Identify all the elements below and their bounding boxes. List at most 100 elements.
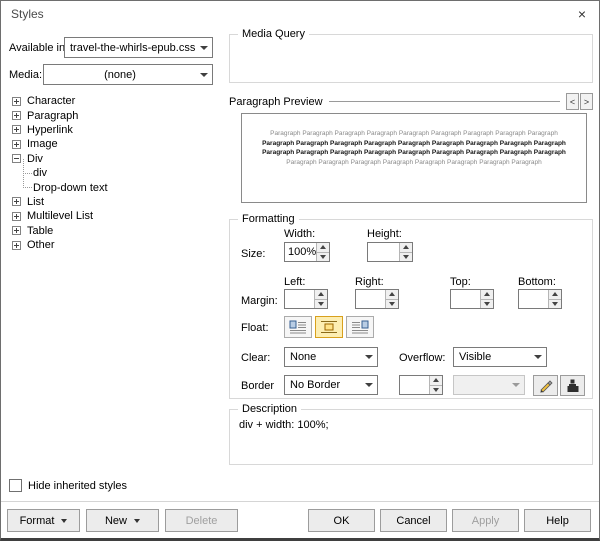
tree-item-label: Character bbox=[27, 95, 75, 107]
spin-up-icon[interactable] bbox=[315, 290, 327, 299]
preview-line: Paragraph Paragraph Paragraph Paragraph … bbox=[242, 158, 586, 168]
expand-icon[interactable] bbox=[12, 241, 21, 250]
border-label: Border bbox=[241, 380, 274, 392]
height-spinner[interactable] bbox=[367, 242, 413, 262]
tree-item-other[interactable]: Other bbox=[9, 238, 221, 252]
paragraph-preview-box: Paragraph Paragraph Paragraph Paragraph … bbox=[241, 113, 587, 203]
spin-up-icon[interactable] bbox=[481, 290, 493, 299]
float-right-icon bbox=[351, 320, 369, 334]
margin-label: Margin: bbox=[241, 295, 278, 307]
clear-label: Clear: bbox=[241, 352, 270, 364]
media-value: (none) bbox=[44, 69, 196, 81]
apply-button: Apply bbox=[452, 509, 519, 532]
spin-down-icon[interactable] bbox=[430, 385, 442, 395]
format-menu-button[interactable]: Format bbox=[7, 509, 80, 532]
tree-item-label: Other bbox=[27, 239, 55, 251]
available-in-select[interactable]: travel-the-whirls-epub.css bbox=[64, 37, 213, 58]
tree-item-character[interactable]: Character bbox=[9, 94, 221, 108]
spin-down-icon[interactable] bbox=[386, 299, 398, 309]
expand-icon[interactable] bbox=[12, 226, 21, 235]
overflow-select[interactable]: Visible bbox=[453, 347, 547, 367]
tree-item-dropdown-text[interactable]: Drop-down text bbox=[9, 180, 221, 194]
float-left-button[interactable] bbox=[284, 316, 312, 338]
preview-line: Paragraph Paragraph Paragraph Paragraph … bbox=[242, 139, 586, 149]
expand-icon[interactable] bbox=[12, 212, 21, 221]
tree-item-div[interactable]: Div bbox=[9, 152, 221, 166]
tree-item-table[interactable]: Table bbox=[9, 224, 221, 238]
expand-icon[interactable] bbox=[12, 125, 21, 134]
help-button[interactable]: Help bbox=[524, 509, 591, 532]
description-group: Description bbox=[229, 409, 593, 465]
margin-left-value bbox=[285, 290, 314, 308]
margin-right-value bbox=[356, 290, 385, 308]
spin-up-icon[interactable] bbox=[549, 290, 561, 299]
border-pen-button[interactable] bbox=[533, 375, 558, 396]
tree-item-label: Paragraph bbox=[27, 110, 78, 122]
margin-right-spinner[interactable] bbox=[355, 289, 399, 309]
height-value bbox=[368, 243, 399, 261]
dialog-title: Styles bbox=[11, 7, 44, 21]
tree-item-hyperlink[interactable]: Hyperlink bbox=[9, 123, 221, 137]
ok-button[interactable]: OK bbox=[308, 509, 375, 532]
expand-icon[interactable] bbox=[12, 197, 21, 206]
spin-down-icon[interactable] bbox=[481, 299, 493, 309]
cancel-button-label: Cancel bbox=[396, 515, 430, 527]
margin-bottom-value bbox=[519, 290, 548, 308]
preview-prev-button[interactable]: < bbox=[566, 93, 579, 110]
available-in-value: travel-the-whirls-epub.css bbox=[65, 42, 196, 54]
styles-dialog: Styles × Available in: travel-the-whirls… bbox=[0, 0, 600, 541]
tree-item-paragraph[interactable]: Paragraph bbox=[9, 108, 221, 122]
paragraph-preview-label: Paragraph Preview bbox=[229, 96, 323, 108]
cancel-button[interactable]: Cancel bbox=[380, 509, 447, 532]
preview-next-button[interactable]: > bbox=[580, 93, 593, 110]
media-label: Media: bbox=[9, 69, 42, 81]
tree-item-label: Table bbox=[27, 225, 53, 237]
tree-item-list[interactable]: List bbox=[9, 195, 221, 209]
spin-up-icon[interactable] bbox=[386, 290, 398, 299]
help-button-label: Help bbox=[546, 515, 569, 527]
float-none-button[interactable] bbox=[315, 316, 343, 338]
chevron-down-icon bbox=[530, 355, 546, 359]
preview-line: Paragraph Paragraph Paragraph Paragraph … bbox=[242, 129, 586, 139]
spin-down-icon[interactable] bbox=[315, 299, 327, 309]
chevron-down-icon bbox=[508, 383, 524, 387]
spin-up-icon[interactable] bbox=[400, 243, 412, 252]
spin-up-icon[interactable] bbox=[317, 243, 329, 252]
tree-item-image[interactable]: Image bbox=[9, 137, 221, 151]
new-menu-button[interactable]: New bbox=[86, 509, 159, 532]
border-width-spinner[interactable] bbox=[399, 375, 443, 395]
media-select[interactable]: (none) bbox=[43, 64, 213, 85]
border-color-button[interactable] bbox=[560, 375, 585, 396]
formatting-group-label: Formatting bbox=[238, 212, 299, 227]
width-value: 100% bbox=[285, 243, 316, 261]
margin-top-value bbox=[451, 290, 480, 308]
spin-down-icon[interactable] bbox=[317, 252, 329, 262]
spin-down-icon[interactable] bbox=[549, 299, 561, 309]
margin-bottom-spinner[interactable] bbox=[518, 289, 562, 309]
spin-up-icon[interactable] bbox=[430, 376, 442, 385]
chevron-down-icon bbox=[61, 519, 67, 523]
margin-top-spinner[interactable] bbox=[450, 289, 494, 309]
margin-top-label: Top: bbox=[450, 276, 471, 288]
clear-select[interactable]: None bbox=[284, 347, 378, 367]
expand-icon[interactable] bbox=[12, 140, 21, 149]
tree-item-div-child[interactable]: div bbox=[9, 166, 221, 180]
hide-inherited-checkbox[interactable] bbox=[9, 479, 22, 492]
float-right-button[interactable] bbox=[346, 316, 374, 338]
tree-item-label: Hyperlink bbox=[27, 124, 73, 136]
border-select[interactable]: No Border bbox=[284, 375, 378, 395]
expand-icon[interactable] bbox=[12, 97, 21, 106]
collapse-icon[interactable] bbox=[12, 154, 21, 163]
hide-inherited-label: Hide inherited styles bbox=[28, 480, 127, 492]
tree-item-multilevel-list[interactable]: Multilevel List bbox=[9, 209, 221, 223]
spin-down-icon[interactable] bbox=[400, 252, 412, 262]
expand-icon[interactable] bbox=[12, 111, 21, 120]
delete-button: Delete bbox=[165, 509, 238, 532]
close-button[interactable]: × bbox=[572, 5, 592, 23]
margin-bottom-label: Bottom: bbox=[518, 276, 556, 288]
width-spinner[interactable]: 100% bbox=[284, 242, 330, 262]
description-group-label: Description bbox=[238, 402, 301, 417]
delete-button-label: Delete bbox=[186, 515, 218, 527]
margin-left-spinner[interactable] bbox=[284, 289, 328, 309]
border-style-select bbox=[453, 375, 525, 395]
